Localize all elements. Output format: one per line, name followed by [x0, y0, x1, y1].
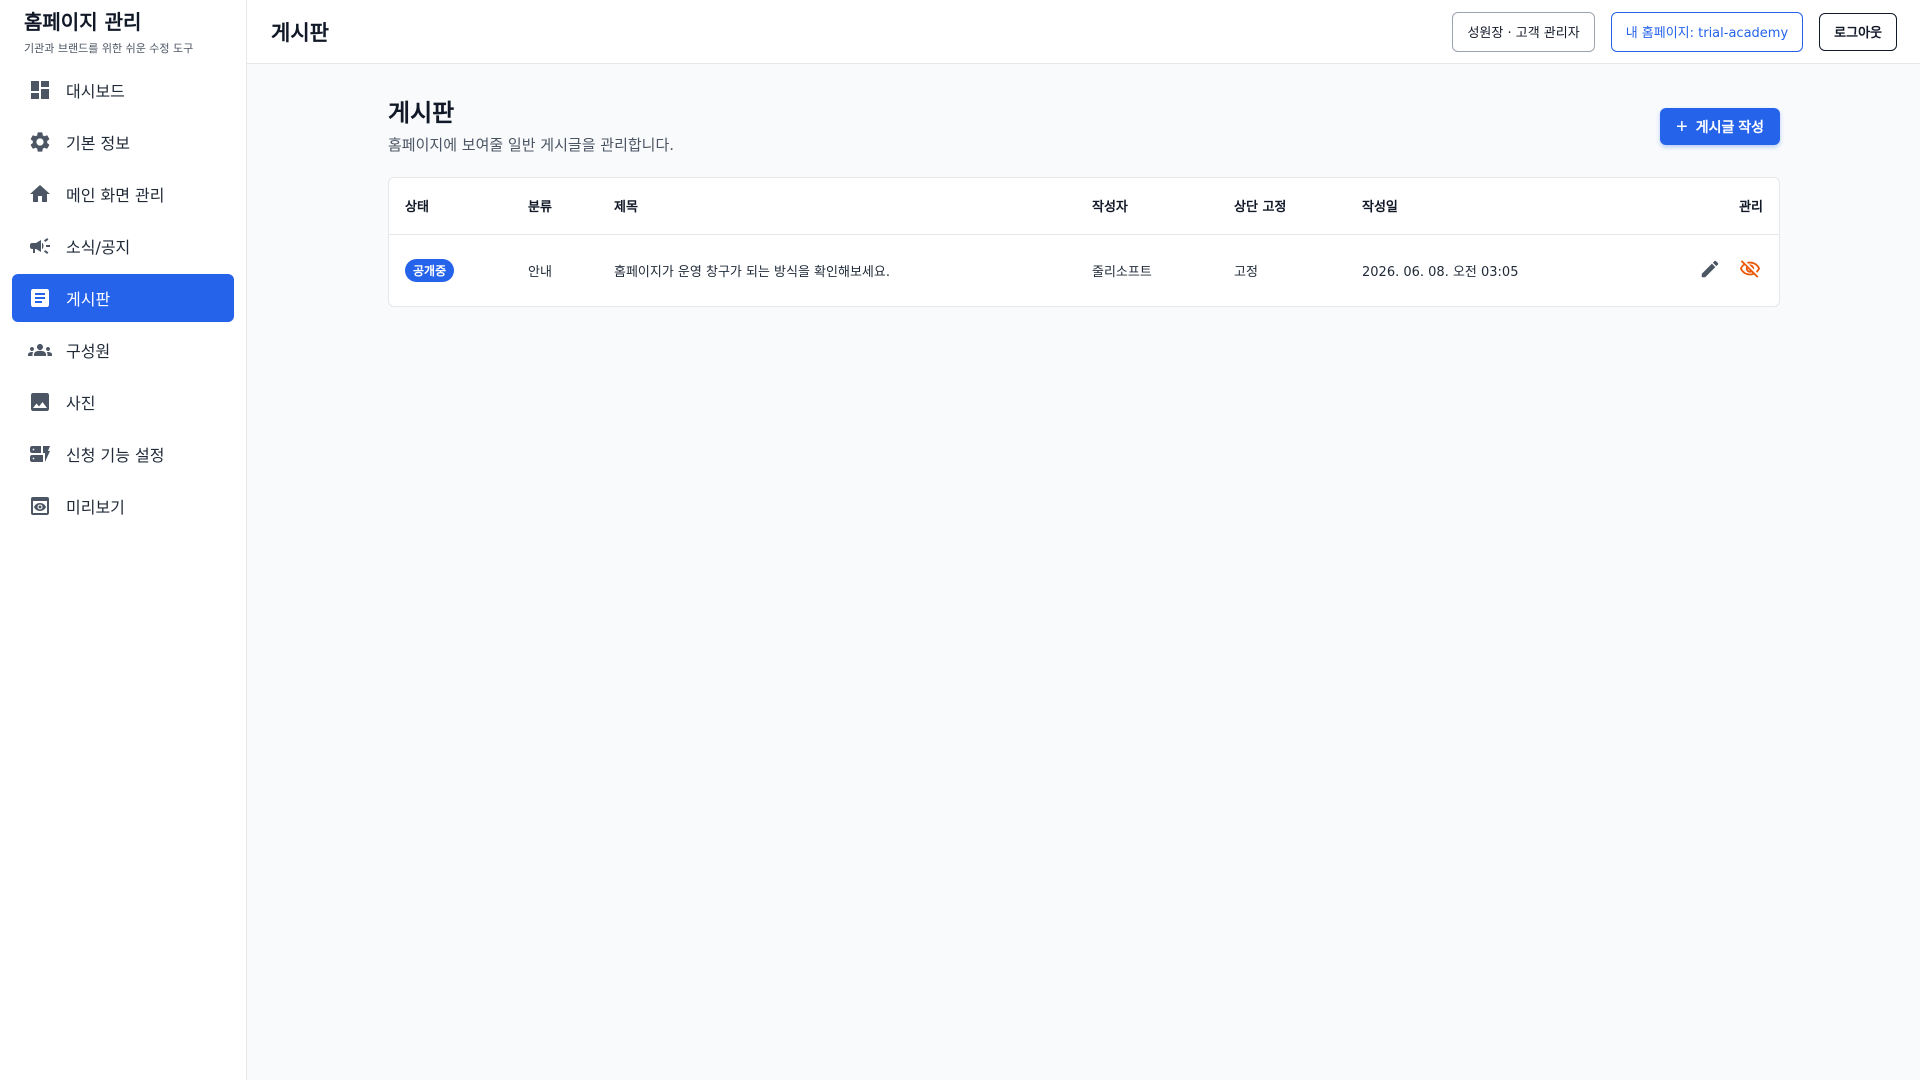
home-icon — [28, 182, 52, 206]
megaphone-icon — [28, 234, 52, 258]
pinned-cell: 고정 — [1234, 264, 1258, 280]
sidebar-item-label: 사진 — [66, 394, 96, 413]
topbar-actions: 성원장 · 고객 관리자 내 홈페이지: trial-academy 로그아웃 — [1452, 11, 1897, 52]
sidebar-item-members[interactable]: 구성원 — [12, 326, 234, 374]
column-header-title: 제목 — [598, 178, 1076, 235]
user-chip[interactable]: 성원장 · 고객 관리자 — [1452, 11, 1595, 52]
main-area: 게시판 성원장 · 고객 관리자 내 홈페이지: trial-academy 로… — [247, 0, 1920, 1080]
gear-icon — [28, 130, 52, 154]
status-cell: 공개중 — [389, 234, 512, 306]
brand-subtitle: 기관과 브랜드를 위한 쉬운 수정 도구 — [24, 42, 194, 55]
page-heading: 게시판 홈페이지에 보여줄 일반 게시글을 관리합니다. — [388, 98, 674, 155]
posts-table: 상태 분류 제목 작성자 상단 고정 작성일 관리 공개중 안내 홈페이지가 운… — [389, 178, 1779, 306]
column-header-category: 분류 — [512, 178, 598, 235]
date-cell: 2026. 06. 08. 오전 03:05 — [1362, 264, 1519, 280]
sidebar-item-label: 신청 기능 설정 — [66, 446, 165, 465]
sidebar-item-label: 게시판 — [66, 290, 111, 309]
title-cell: 홈페이지가 운영 창구가 되는 방식을 확인해보세요. — [614, 264, 890, 280]
page-header: 게시판 홈페이지에 보여줄 일반 게시글을 관리합니다. + 게시글 작성 — [388, 98, 1780, 155]
sidebar-item-label: 미리보기 — [66, 498, 125, 517]
manage-cell — [1631, 234, 1779, 306]
sidebar-item-label: 메인 화면 관리 — [66, 186, 165, 205]
page-title: 게시판 — [388, 99, 455, 127]
sidebar-item-label: 기본 정보 — [66, 134, 130, 153]
edit-icon[interactable] — [1697, 256, 1723, 282]
group-icon — [28, 338, 52, 362]
column-header-date: 작성일 — [1346, 178, 1631, 235]
new-post-button[interactable]: + 게시글 작성 — [1660, 108, 1780, 145]
table-row: 공개중 안내 홈페이지가 운영 창구가 되는 방식을 확인해보세요. 줄리소프트… — [389, 234, 1779, 306]
sidebar-item-application-settings[interactable]: 신청 기능 설정 — [12, 430, 234, 478]
dynamic-form-icon — [28, 442, 52, 466]
image-icon — [28, 390, 52, 414]
sidebar-item-label: 구성원 — [66, 342, 111, 361]
row-actions — [1697, 256, 1763, 282]
column-header-status: 상태 — [389, 178, 512, 235]
plus-icon: + — [1676, 115, 1688, 138]
visibility-off-icon[interactable] — [1737, 256, 1763, 282]
sidebar-item-dashboard[interactable]: 대시보드 — [12, 66, 234, 114]
sidebar-item-main-screen[interactable]: 메인 화면 관리 — [12, 170, 234, 218]
dashboard-icon — [28, 78, 52, 102]
table-header-row: 상태 분류 제목 작성자 상단 고정 작성일 관리 — [389, 178, 1779, 235]
preview-icon — [28, 494, 52, 518]
sidebar-item-board[interactable]: 게시판 — [12, 274, 234, 322]
content: 게시판 홈페이지에 보여줄 일반 게시글을 관리합니다. + 게시글 작성 상태… — [247, 64, 1920, 307]
logout-button[interactable]: 로그아웃 — [1819, 12, 1897, 51]
article-icon — [28, 286, 52, 310]
column-header-pinned: 상단 고정 — [1218, 178, 1346, 235]
author-cell: 줄리소프트 — [1092, 264, 1152, 280]
sidebar-item-preview[interactable]: 미리보기 — [12, 482, 234, 530]
sidebar-item-photos[interactable]: 사진 — [12, 378, 234, 426]
sidebar-nav: 대시보드 기본 정보 메인 화면 관리 소식/공지 게시판 구성원 사진 신청 … — [12, 66, 234, 530]
category-cell: 안내 — [528, 264, 552, 280]
sidebar-item-label: 소식/공지 — [66, 238, 131, 257]
column-header-manage: 관리 — [1630, 178, 1779, 235]
topbar-title: 게시판 — [271, 20, 329, 45]
sidebar-item-basic-info[interactable]: 기본 정보 — [12, 118, 234, 166]
sidebar-item-label: 대시보드 — [66, 82, 125, 101]
topbar: 게시판 성원장 · 고객 관리자 내 홈페이지: trial-academy 로… — [247, 0, 1920, 64]
sidebar-item-news[interactable]: 소식/공지 — [12, 222, 234, 270]
sidebar: 홈페이지 관리 기관과 브랜드를 위한 쉬운 수정 도구 대시보드 기본 정보 — [0, 0, 247, 1080]
posts-table-card: 상태 분류 제목 작성자 상단 고정 작성일 관리 공개중 안내 홈페이지가 운… — [388, 177, 1780, 307]
column-header-author: 작성자 — [1076, 178, 1218, 235]
my-site-chip[interactable]: 내 홈페이지: trial-academy — [1610, 11, 1804, 52]
status-badge: 공개중 — [405, 258, 455, 282]
page-description: 홈페이지에 보여줄 일반 게시글을 관리합니다. — [388, 136, 675, 154]
brand-title: 홈페이지 관리 — [24, 10, 142, 34]
brand: 홈페이지 관리 기관과 브랜드를 위한 쉬운 수정 도구 — [12, 10, 234, 56]
new-post-label: 게시글 작성 — [1695, 118, 1764, 135]
